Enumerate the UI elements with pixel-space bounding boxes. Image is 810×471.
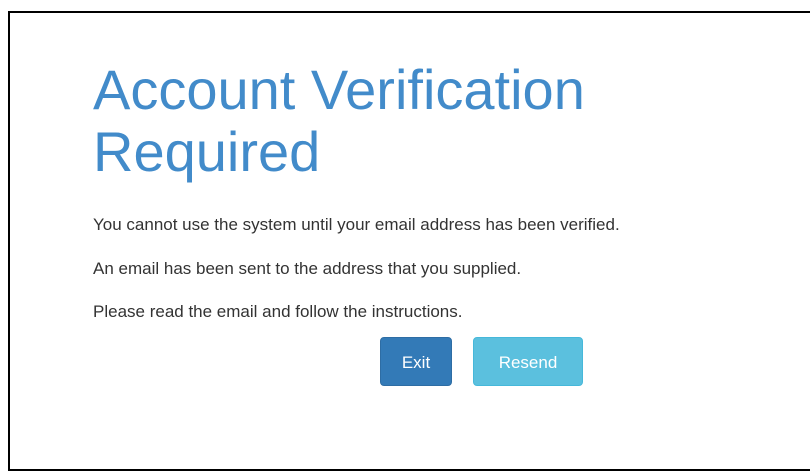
dialog-content: Account Verification Required You cannot… (93, 59, 793, 322)
page-title-line-1: Account Verification (93, 58, 585, 121)
instructions-message: Please read the email and follow the ins… (93, 302, 463, 321)
verification-required-message: You cannot use the system until your ema… (93, 215, 620, 234)
page-title: Account Verification Required (93, 59, 793, 183)
verification-dialog: Account Verification Required You cannot… (8, 11, 810, 471)
page-title-line-2: Required (93, 120, 321, 183)
email-sent-message: An email has been sent to the address th… (93, 259, 522, 278)
exit-button[interactable]: Exit (380, 337, 452, 386)
resend-button[interactable]: Resend (473, 337, 583, 386)
